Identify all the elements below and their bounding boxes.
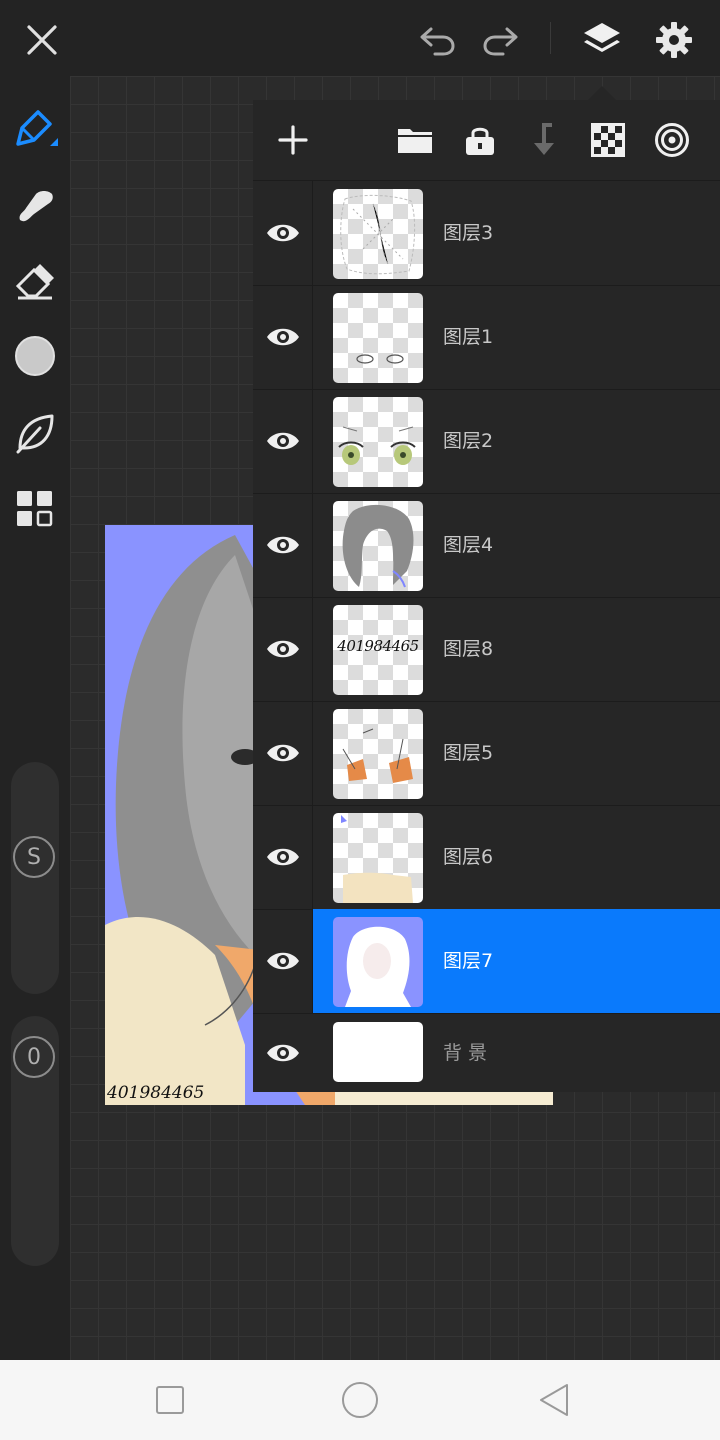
- merge-down-icon[interactable]: [523, 118, 567, 162]
- layer-thumbnail: 401984465: [333, 605, 423, 695]
- visibility-toggle[interactable]: [253, 909, 313, 1013]
- recent-apps-icon[interactable]: [146, 1376, 194, 1424]
- add-icon[interactable]: [271, 118, 315, 162]
- layer-body[interactable]: 图层6: [313, 805, 720, 909]
- home-icon[interactable]: [336, 1376, 384, 1424]
- top-bar: [0, 0, 720, 76]
- layer-name: 图层5: [443, 742, 494, 764]
- back-icon[interactable]: [530, 1376, 578, 1424]
- layer-row[interactable]: 图层3: [253, 181, 720, 286]
- brush-size-slider[interactable]: S: [11, 762, 59, 994]
- system-nav-bar: [0, 1360, 720, 1440]
- layer-thumbnail: [333, 293, 423, 383]
- eraser-icon[interactable]: [10, 256, 60, 306]
- eye-icon: [266, 848, 299, 866]
- layer-body-selected[interactable]: 图层7: [313, 909, 720, 1013]
- layer-body[interactable]: 背景: [313, 1013, 720, 1093]
- toolbar-divider: [550, 22, 551, 54]
- eye-icon: [266, 952, 299, 970]
- visibility-toggle[interactable]: [253, 493, 313, 597]
- layer-body[interactable]: 图层2: [313, 389, 720, 493]
- layer-row[interactable]: 图层5: [253, 701, 720, 806]
- grid-icon[interactable]: [10, 484, 60, 534]
- layers-icon[interactable]: [578, 16, 626, 64]
- visibility-toggle[interactable]: [253, 181, 313, 285]
- opacity-slider-knob[interactable]: 0: [13, 1036, 55, 1078]
- eye-icon: [266, 224, 299, 242]
- layer-name: 背景: [443, 1042, 494, 1064]
- layer-row[interactable]: 图层1: [253, 285, 720, 390]
- eye-icon: [266, 432, 299, 450]
- layers-panel: 图层3 图层1 图层2 图层4 401984465 图层8 图层5 图层6 图层…: [253, 100, 720, 1092]
- eye-icon: [266, 536, 299, 554]
- visibility-toggle[interactable]: [253, 389, 313, 493]
- layer-name: 图层3: [443, 222, 494, 244]
- layer-name: 图层8: [443, 638, 494, 660]
- spiral-icon[interactable]: [650, 118, 694, 162]
- layer-thumbnail: [333, 1022, 423, 1082]
- layer-row[interactable]: 背景: [253, 1013, 720, 1093]
- layers-toolbar: [253, 100, 720, 181]
- visibility-toggle[interactable]: [253, 285, 313, 389]
- color-circle-icon[interactable]: [10, 331, 60, 381]
- layer-body[interactable]: 图层5: [313, 701, 720, 805]
- undo-icon[interactable]: [414, 18, 460, 62]
- layer-body[interactable]: 图层1: [313, 285, 720, 389]
- layer-row[interactable]: 图层2: [253, 389, 720, 494]
- layer-row[interactable]: 401984465 图层8: [253, 597, 720, 702]
- layer-name: 图层4: [443, 534, 494, 556]
- visibility-toggle[interactable]: [253, 597, 313, 701]
- thumbnail-watermark-text: 401984465: [337, 637, 419, 655]
- layer-name: 图层6: [443, 846, 494, 868]
- layer-row[interactable]: 图层7: [253, 909, 720, 1014]
- artwork-watermark: 401984465: [107, 1083, 205, 1103]
- layer-row[interactable]: 图层6: [253, 805, 720, 910]
- redo-icon[interactable]: [478, 18, 524, 62]
- layer-body[interactable]: 图层3: [313, 181, 720, 285]
- brush-icon[interactable]: [10, 104, 60, 154]
- eye-icon: [266, 328, 299, 346]
- eye-icon: [266, 1044, 299, 1062]
- layers-panel-caret: [588, 86, 616, 100]
- eye-icon: [266, 640, 299, 658]
- visibility-toggle[interactable]: [253, 805, 313, 909]
- leaf-icon[interactable]: [10, 408, 60, 458]
- layer-thumbnail: [333, 397, 423, 487]
- checker-icon[interactable]: [586, 118, 630, 162]
- layer-row[interactable]: 图层4: [253, 493, 720, 598]
- layer-thumbnail: [333, 813, 423, 903]
- folder-icon[interactable]: [393, 118, 437, 162]
- layer-name: 图层1: [443, 326, 494, 348]
- visibility-toggle[interactable]: [253, 1013, 312, 1093]
- eye-icon: [266, 744, 299, 762]
- smudge-icon[interactable]: [10, 180, 60, 230]
- layer-thumbnail: [333, 189, 423, 279]
- size-slider-knob[interactable]: S: [13, 836, 55, 878]
- visibility-toggle[interactable]: [253, 701, 313, 805]
- layer-thumbnail: [333, 917, 423, 1007]
- close-icon[interactable]: [20, 18, 64, 62]
- opacity-slider[interactable]: 0: [11, 1016, 59, 1266]
- layer-name: 图层2: [443, 430, 494, 452]
- layer-thumbnail: [333, 501, 423, 591]
- layer-body[interactable]: 图层4: [313, 493, 720, 597]
- layer-name: 图层7: [443, 950, 494, 972]
- gear-icon[interactable]: [650, 16, 698, 64]
- layer-body[interactable]: 401984465 图层8: [313, 597, 720, 701]
- tool-sidebar: S 0: [0, 76, 70, 1360]
- lock-icon[interactable]: [458, 118, 502, 162]
- layer-thumbnail: [333, 709, 423, 799]
